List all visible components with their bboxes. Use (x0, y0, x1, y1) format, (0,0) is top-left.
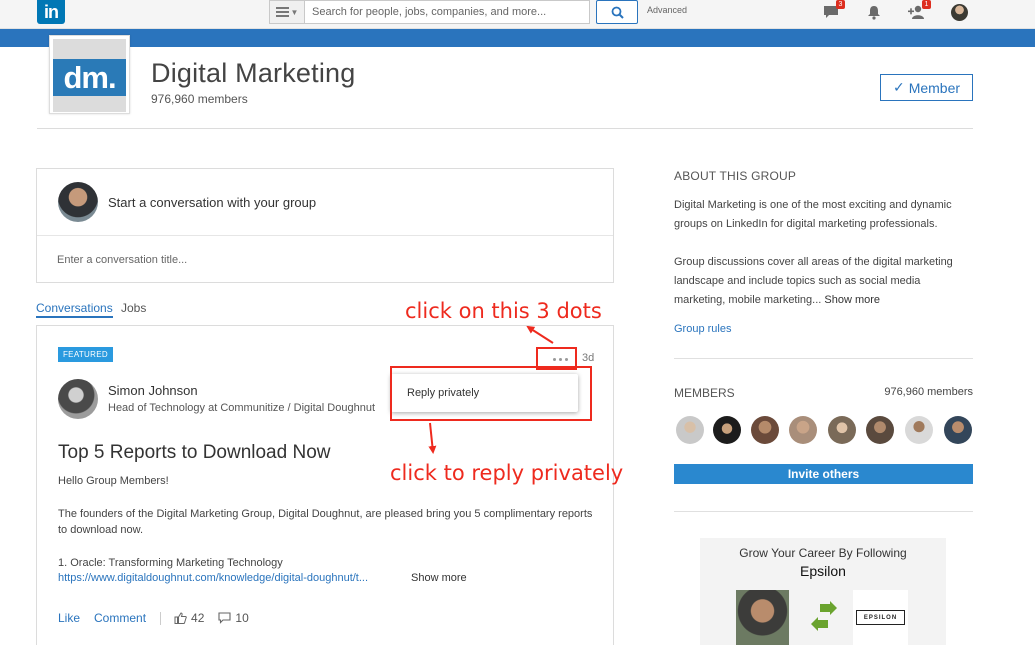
dots-annotation-text: click on this 3 dots (405, 299, 602, 323)
page-title: Digital Marketing (151, 58, 356, 88)
post-title[interactable]: Top 5 Reports to Download Now (58, 442, 330, 464)
compose-card: Start a conversation with your group (36, 168, 614, 283)
sponsored-ad[interactable]: Grow Your Career By Following Epsilon EP… (700, 538, 946, 645)
likes-count[interactable]: 42 (174, 611, 204, 625)
profile-avatar[interactable] (951, 4, 968, 21)
featured-badge: FEATURED (58, 347, 113, 362)
member-avatar[interactable] (676, 416, 704, 444)
members-heading: MEMBERS (674, 386, 735, 400)
post-link[interactable]: https://www.digitaldoughnut.com/knowledg… (58, 572, 368, 584)
comment-button[interactable]: Comment (94, 611, 146, 625)
member-avatar[interactable] (751, 416, 779, 444)
epsilon-logo-text: EPSILON (856, 610, 905, 625)
epsilon-logo: EPSILON (853, 590, 908, 645)
about-paragraph-2: Group discussions cover all areas of the… (674, 253, 974, 310)
ad-company-name: Epsilon (800, 563, 846, 579)
member-avatar[interactable] (944, 416, 972, 444)
linkedin-logo[interactable]: in (37, 0, 65, 24)
sidebar-divider (674, 358, 973, 359)
chevron-down-icon: ▼ (290, 7, 299, 17)
group-member-count: 976,960 members (151, 92, 248, 106)
messages-button[interactable]: 3 (820, 0, 845, 22)
member-avatar[interactable] (828, 416, 856, 444)
comments-count[interactable]: 10 (218, 611, 249, 625)
reply-annotation-text: click to reply privately (390, 461, 624, 485)
tab-jobs[interactable]: Jobs (121, 301, 146, 315)
user-avatar (58, 182, 98, 222)
menu-icon (275, 7, 289, 17)
about-show-more-link[interactable]: Show more (824, 294, 880, 306)
about-paragraph-2-text: Group discussions cover all areas of the… (674, 256, 953, 306)
header-banner (0, 29, 1035, 47)
post-actions: Like Comment 42 10 (58, 611, 263, 625)
sidebar-divider (674, 511, 973, 512)
exchange-arrows-icon (811, 601, 837, 631)
member-avatar[interactable] (713, 416, 741, 444)
notifications-button[interactable] (863, 2, 885, 22)
messages-badge: 3 (836, 0, 845, 9)
post-list-item: 1. Oracle: Transforming Marketing Techno… (58, 557, 283, 569)
member-avatar[interactable] (789, 416, 817, 444)
compose-divider (37, 235, 613, 236)
advanced-search-link[interactable]: Advanced (647, 5, 687, 15)
post-body: The founders of the Digital Marketing Gr… (58, 508, 593, 536)
checkmark-icon: ✓ (892, 79, 905, 95)
member-avatar[interactable] (905, 416, 933, 444)
likes-count-value: 42 (191, 611, 205, 625)
search-button[interactable] (596, 0, 638, 24)
author-name[interactable]: Simon Johnson (108, 383, 198, 398)
reply-highlight-box (390, 366, 592, 421)
post-age: 3d (582, 352, 595, 364)
ad-tagline: Grow Your Career By Following (739, 546, 907, 560)
group-logo: dm. (49, 35, 130, 114)
like-button[interactable]: Like (58, 611, 80, 625)
bell-icon (868, 5, 880, 20)
member-button-label: Member (908, 79, 961, 96)
author-avatar[interactable] (58, 379, 98, 419)
show-more-link[interactable]: Show more (411, 572, 467, 584)
author-headline: Head of Technology at Communitize / Digi… (108, 402, 376, 414)
action-divider (160, 611, 162, 625)
compose-prompt[interactable]: Start a conversation with your group (108, 195, 316, 210)
thumbs-up-icon (174, 612, 187, 624)
about-paragraph-1: Digital Marketing is one of the most exc… (674, 199, 952, 230)
member-button[interactable]: ✓ Member (880, 74, 973, 101)
members-count: 976,960 members (884, 386, 973, 398)
search-category-menu-button[interactable]: ▼ (269, 0, 305, 24)
tab-conversations[interactable]: Conversations (36, 301, 113, 318)
invite-others-button[interactable]: Invite others (674, 464, 973, 484)
member-avatar[interactable] (866, 416, 894, 444)
comment-icon (218, 612, 231, 624)
ad-profile-photo (736, 590, 789, 645)
group-logo-text: dm. (53, 59, 126, 96)
search-input[interactable] (305, 0, 590, 24)
connections-badge: 1 (922, 0, 931, 9)
header-divider (37, 128, 973, 129)
group-rules-link[interactable]: Group rules (674, 323, 731, 335)
comments-count-value: 10 (235, 611, 249, 625)
about-heading: ABOUT THIS GROUP (674, 169, 797, 183)
conversation-title-input[interactable] (49, 249, 599, 271)
search-icon (611, 6, 624, 19)
connections-button[interactable]: 1 (906, 0, 931, 22)
